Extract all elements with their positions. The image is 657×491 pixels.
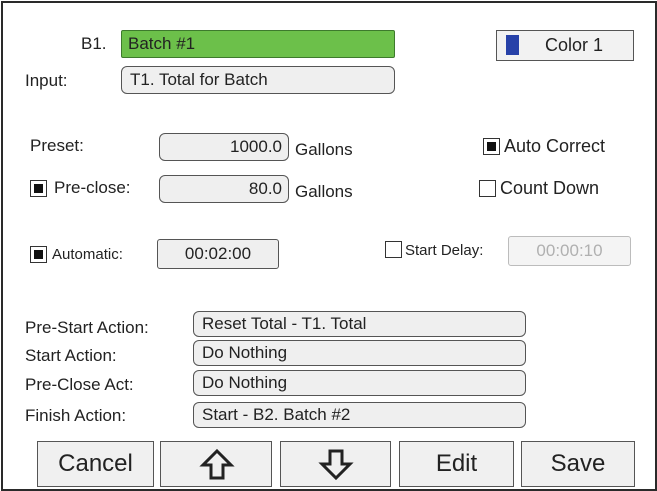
edit-button[interactable]: Edit (399, 441, 514, 487)
start-action-label: Start Action: (25, 346, 117, 365)
scroll-down-button[interactable] (280, 441, 391, 487)
automatic-checkbox[interactable] (30, 246, 47, 263)
arrow-up-icon (199, 448, 235, 480)
pre-start-action-label: Pre-Start Action: (25, 318, 149, 337)
scroll-up-button[interactable] (160, 441, 272, 487)
input-source-field[interactable]: T1. Total for Batch (121, 66, 395, 94)
save-button[interactable]: Save (521, 441, 635, 487)
auto-correct-checkbox[interactable] (483, 138, 500, 155)
start-delay-checkbox[interactable] (385, 241, 402, 258)
preset-unit: Gallons (295, 140, 353, 159)
start-delay-time-field[interactable]: 00:00:10 (508, 236, 631, 266)
batch-name-field[interactable]: Batch #1 (121, 30, 395, 58)
pre-close-unit: Gallons (295, 182, 353, 201)
color-label: Color 1 (545, 35, 604, 55)
pre-close-action-label: Pre-Close Act: (25, 375, 134, 394)
input-label: Input: (25, 71, 68, 90)
start-delay-label: Start Delay: (405, 242, 484, 259)
preset-value-field[interactable]: 1000.0 (159, 133, 289, 161)
preset-label: Preset: (30, 136, 84, 155)
start-action-field[interactable]: Do Nothing (193, 340, 526, 366)
cancel-button[interactable]: Cancel (37, 441, 154, 487)
pre-close-value-field[interactable]: 80.0 (159, 175, 289, 203)
color-swatch (506, 35, 519, 55)
automatic-time-field[interactable]: 00:02:00 (157, 239, 279, 269)
auto-correct-label: Auto Correct (504, 136, 606, 156)
color-button[interactable]: Color 1 (496, 30, 634, 61)
finish-action-field[interactable]: Start - B2. Batch #2 (193, 402, 526, 428)
automatic-label: Automatic: (52, 246, 123, 263)
batch-id-label: B1. (81, 34, 107, 53)
pre-start-action-field[interactable]: Reset Total - T1. Total (193, 311, 526, 337)
pre-close-label: Pre-close: (54, 178, 131, 197)
pre-close-action-field[interactable]: Do Nothing (193, 370, 526, 396)
count-down-checkbox[interactable] (479, 180, 496, 197)
batch-settings-panel: B1. Batch #1 Color 1 Input: T1. Total fo… (1, 1, 657, 491)
count-down-label: Count Down (500, 178, 600, 198)
finish-action-label: Finish Action: (25, 406, 127, 425)
pre-close-checkbox[interactable] (30, 180, 47, 197)
arrow-down-icon (318, 449, 354, 481)
